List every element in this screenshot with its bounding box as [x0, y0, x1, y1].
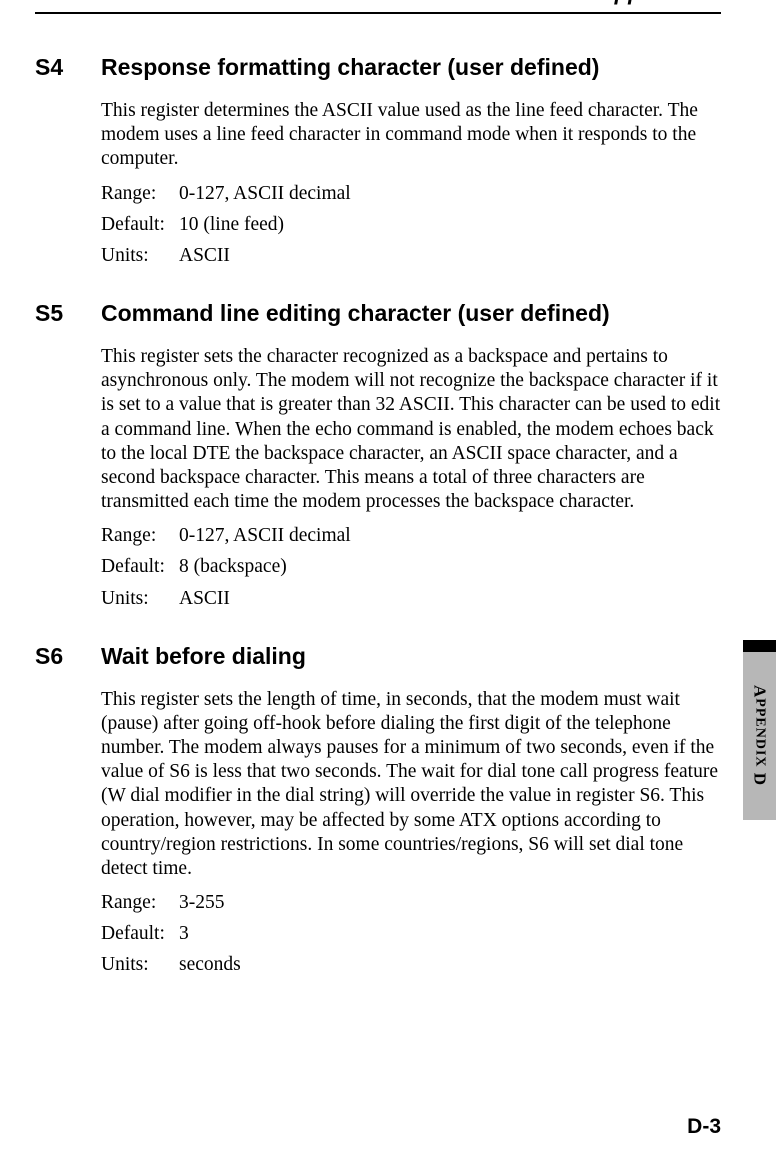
range-row: Range: 0-127, ASCII decimal [101, 524, 721, 548]
default-row: Default: 8 (backspace) [101, 555, 721, 579]
units-row: Units: seconds [101, 953, 721, 977]
range-label: Range: [101, 182, 179, 206]
section-title: Response formatting character (user defi… [101, 54, 721, 81]
side-tab-word: PPENDIX [753, 699, 768, 768]
section-paragraph: This register sets the character recogni… [101, 345, 721, 514]
units-label: Units: [101, 953, 179, 977]
section-title: Wait before dialing [101, 643, 721, 670]
default-value: 3 [179, 922, 721, 946]
units-row: Units: ASCII [101, 244, 721, 268]
range-label: Range: [101, 524, 179, 548]
units-label: Units: [101, 587, 179, 611]
side-tab-prefix: A [751, 685, 770, 698]
default-label: Default: [101, 922, 179, 946]
range-label: Range: [101, 891, 179, 915]
section-heading: S4 Response formatting character (user d… [35, 54, 721, 81]
section-title: Command line editing character (user def… [101, 300, 721, 327]
side-tab-label: APPENDIX D [750, 685, 770, 786]
units-value: seconds [179, 953, 721, 977]
section-id: S6 [35, 643, 101, 670]
range-value: 0-127, ASCII decimal [179, 182, 721, 206]
units-value: ASCII [179, 587, 721, 611]
running-header: Appendix D [35, 0, 721, 6]
default-value: 10 (line feed) [179, 213, 721, 237]
units-value: ASCII [179, 244, 721, 268]
section-s6: S6 Wait before dialing This register set… [35, 643, 721, 978]
side-tab: APPENDIX D [743, 640, 776, 820]
section-id: S4 [35, 54, 101, 81]
side-tab-letter: D [751, 768, 770, 787]
section-heading: S6 Wait before dialing [35, 643, 721, 670]
section-s4: S4 Response formatting character (user d… [35, 54, 721, 268]
section-paragraph: This register determines the ASCII value… [101, 99, 721, 172]
section-s5: S5 Command line editing character (user … [35, 300, 721, 611]
section-heading: S5 Command line editing character (user … [35, 300, 721, 327]
default-label: Default: [101, 213, 179, 237]
section-paragraph: This register sets the length of time, i… [101, 688, 721, 881]
default-row: Default: 10 (line feed) [101, 213, 721, 237]
default-label: Default: [101, 555, 179, 579]
units-row: Units: ASCII [101, 587, 721, 611]
section-id: S5 [35, 300, 101, 327]
range-row: Range: 3-255 [101, 891, 721, 915]
default-value: 8 (backspace) [179, 555, 721, 579]
range-value: 3-255 [179, 891, 721, 915]
range-value: 0-127, ASCII decimal [179, 524, 721, 548]
units-label: Units: [101, 244, 179, 268]
range-row: Range: 0-127, ASCII decimal [101, 182, 721, 206]
page-number: D-3 [687, 1115, 721, 1139]
default-row: Default: 3 [101, 922, 721, 946]
header-rule [35, 12, 721, 14]
